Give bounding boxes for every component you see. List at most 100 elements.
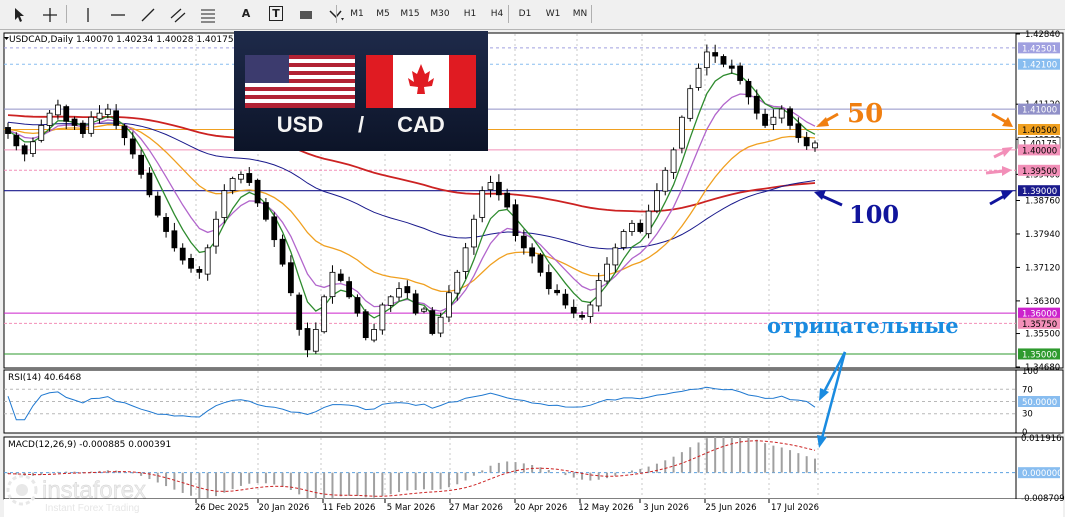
- candle-body: [354, 297, 361, 314]
- watermark-tagline: Instant Forex Trading: [45, 503, 140, 514]
- timeframe-w1-button[interactable]: W1: [541, 4, 565, 24]
- candle-body: [129, 138, 136, 155]
- candle-body: [803, 137, 810, 147]
- annotation-100: 100: [849, 200, 899, 229]
- time-tick-label: 12 May 2026: [578, 503, 633, 513]
- fibonacci-button[interactable]: [196, 4, 220, 24]
- candle-body: [570, 306, 577, 314]
- rsi-label: RSI(14) 40.6468: [8, 373, 81, 383]
- candle-body: [321, 296, 328, 333]
- candle-body: [712, 52, 719, 57]
- timeframe-d1-button[interactable]: D1: [513, 4, 537, 24]
- candle-body: [537, 254, 544, 273]
- candle-body: [346, 281, 353, 298]
- candle-body: [38, 125, 45, 141]
- price-level-tag-label: 1.42501: [1022, 44, 1057, 54]
- candle-body: [46, 112, 53, 126]
- rectangle-icon: [294, 6, 318, 24]
- rsi-tick-label: 30: [1022, 410, 1033, 420]
- candle-body: [179, 247, 186, 261]
- timeframe-h4-button[interactable]: H4: [485, 4, 509, 24]
- candle-body: [146, 172, 153, 196]
- candle-body: [238, 173, 244, 180]
- banner-cad: CAD: [397, 112, 445, 137]
- candle-body: [246, 173, 253, 183]
- price-tick-label: 1.37940: [1025, 230, 1060, 240]
- timeframe-m1-button[interactable]: M1: [345, 4, 369, 24]
- price-tick-label: 1.38760: [1025, 197, 1060, 207]
- macd-label: MACD(12,26,9) -0.000885 0.000391: [8, 440, 171, 450]
- text-label-icon: T: [269, 6, 283, 21]
- candle-body: [55, 104, 61, 116]
- candle-body: [271, 216, 278, 241]
- candle-body: [654, 190, 660, 212]
- text-button[interactable]: A: [234, 4, 258, 24]
- usa-flag-icon: [245, 55, 355, 108]
- candle-body: [404, 286, 411, 294]
- annotation-negative: отрицательные: [767, 313, 959, 338]
- candle-body: [21, 145, 28, 155]
- trendline-button[interactable]: [136, 4, 160, 24]
- candle-body: [279, 238, 286, 265]
- price-tick-label: 1.36300: [1025, 297, 1060, 307]
- horizontal-line-button[interactable]: [106, 4, 130, 24]
- price-tick-label: 1.42840: [1025, 30, 1060, 40]
- candle-body: [121, 125, 128, 139]
- toolbar-separator: [66, 5, 67, 23]
- candle-body: [703, 51, 710, 69]
- price-level-tag-label: 1.40500: [1022, 126, 1057, 136]
- candle-body: [462, 247, 469, 272]
- timeframe-m5-button[interactable]: M5: [371, 4, 395, 24]
- time-tick-label: 5 Mar 2026: [387, 503, 435, 513]
- banner-usd: USD: [277, 112, 323, 137]
- time-tick-label: 25 Jun 2026: [705, 503, 756, 513]
- candle-body: [587, 304, 594, 317]
- price-level-tag-label: 1.40000: [1022, 146, 1057, 156]
- candle-body: [687, 88, 694, 119]
- timeframe-mn-button[interactable]: MN: [568, 4, 592, 24]
- candle-body: [287, 262, 294, 294]
- equidistant-channel-button[interactable]: [166, 4, 190, 24]
- candle-body: [787, 108, 793, 126]
- candle-body: [512, 204, 519, 236]
- trendline-icon: [136, 6, 160, 24]
- candle-body: [412, 293, 419, 314]
- time-tick-label: 20 Jan 2026: [259, 503, 310, 513]
- time-tick-label: 26 Dec 2025: [195, 503, 249, 513]
- candle-body: [296, 294, 303, 330]
- candle-body: [163, 217, 169, 232]
- text-label-button[interactable]: T: [264, 4, 288, 24]
- time-tick-label: 20 Apr 2026: [515, 503, 568, 513]
- usd-cad-banner: USD / CAD: [234, 31, 488, 151]
- candle-body: [637, 222, 644, 232]
- candle-body: [5, 127, 11, 134]
- fibonacci-icon: [196, 6, 220, 24]
- crosshair-button[interactable]: [38, 4, 62, 24]
- candle-body: [329, 271, 336, 298]
- candle-body: [487, 182, 494, 191]
- candle-body: [13, 135, 20, 147]
- candle-body: [720, 56, 727, 65]
- candle-body: [612, 247, 619, 266]
- cursor-icon: [8, 6, 32, 24]
- timeframe-m30-button[interactable]: M30: [428, 4, 452, 24]
- candle-body: [396, 288, 402, 298]
- candle-body: [504, 192, 511, 208]
- timeframe-m15-button[interactable]: M15: [398, 4, 422, 24]
- chart-area[interactable]: 1.428401.411201.402601.394001.387601.379…: [0, 30, 1065, 517]
- cursor-button[interactable]: [8, 4, 32, 24]
- candle-body: [662, 169, 669, 192]
- candle-body: [113, 110, 120, 126]
- price-level-tag-label: 1.35750: [1022, 320, 1057, 330]
- toolbar-separator: [508, 5, 509, 23]
- candle-body: [263, 202, 269, 220]
- candle-body: [778, 108, 785, 119]
- timeframe-h1-button[interactable]: H1: [458, 4, 482, 24]
- candle-body: [379, 304, 386, 331]
- candle-body: [429, 310, 436, 334]
- vertical-line-button[interactable]: [76, 4, 100, 24]
- rectangle-button[interactable]: [294, 4, 318, 24]
- candle-body: [545, 272, 552, 290]
- macd-tick-label: 0.011916: [1021, 434, 1062, 444]
- candle-body: [812, 142, 818, 149]
